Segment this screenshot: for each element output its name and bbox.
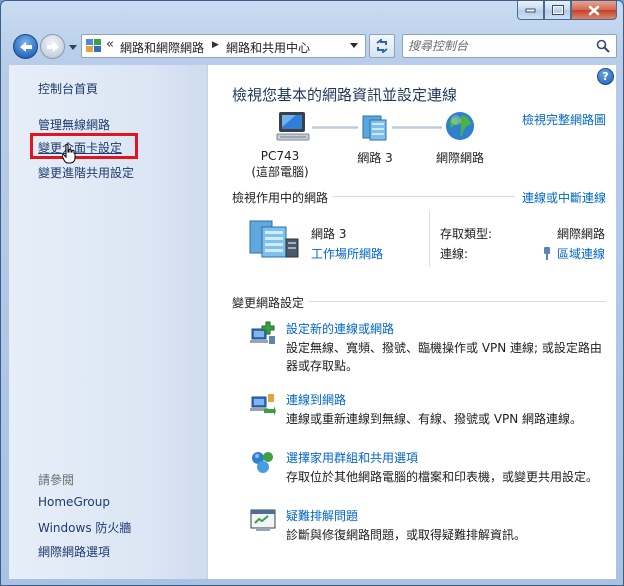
- maximize-button[interactable]: [544, 1, 571, 20]
- task-connect-to-network-desc: 連線或重新連線到無線、有線、撥號或 VPN 網路連線。: [286, 412, 583, 426]
- address-bar[interactable]: « 網路和網際網路 ▶ 網路和共用中心: [81, 34, 366, 58]
- arrow-left-icon: [19, 41, 32, 52]
- connections-value-wrap[interactable]: 區域連線: [543, 245, 605, 262]
- see-also-internet-options[interactable]: 網際網路選項: [38, 543, 110, 560]
- connect-disconnect-link[interactable]: 連線或中斷連線: [522, 189, 606, 206]
- page-title: 檢視您基本的網路資訊並設定連線: [232, 86, 458, 104]
- task-setup-new-connection-desc: 設定無線、寬頻、撥號、臨機操作或 VPN 連線; 或設定路由器或存取點。: [286, 341, 602, 373]
- map-connector: [392, 126, 442, 129]
- close-icon: [588, 5, 600, 15]
- search-input[interactable]: [408, 38, 588, 54]
- minimize-button[interactable]: [517, 1, 544, 20]
- view-full-map-link[interactable]: 檢視完整網路圖: [522, 111, 606, 128]
- address-dropdown-icon[interactable]: [350, 42, 359, 50]
- active-network-name: 網路 3: [311, 227, 347, 241]
- breadcrumb-network-internet[interactable]: 網路和網際網路: [120, 39, 204, 56]
- navigation-bar: « 網路和網際網路 ▶ 網路和共用中心: [9, 31, 617, 61]
- recent-pages-dropdown[interactable]: [68, 43, 78, 51]
- workplace-network-icon: [249, 220, 299, 258]
- homegroup-icon: [252, 452, 273, 473]
- arrow-right-icon: [46, 41, 59, 52]
- see-also-homegroup[interactable]: HomeGroup: [38, 495, 110, 509]
- troubleshoot-icon: [250, 509, 276, 531]
- maximize-icon: [551, 5, 564, 15]
- access-type-value: 網際網路: [556, 227, 605, 241]
- chevron-right-icon[interactable]: ▶: [212, 40, 219, 50]
- computer-icon: [276, 112, 310, 141]
- refresh-icon: [376, 39, 388, 53]
- hand-cursor-icon: [62, 144, 76, 164]
- change-settings-heading: 變更網路設定: [232, 296, 305, 310]
- caption-buttons: [517, 1, 617, 20]
- task-homegroup-sharing[interactable]: 選擇家用群組和共用選項: [286, 449, 418, 466]
- access-type-label: 存取類型:: [440, 227, 493, 241]
- new-connection-icon: [250, 321, 275, 344]
- forward-button[interactable]: [40, 34, 65, 59]
- connect-network-icon: [250, 394, 276, 416]
- task-troubleshoot-desc: 診斷與修復網路問題，或取得疑難排解資訊。: [286, 528, 527, 542]
- back-button[interactable]: [13, 34, 38, 59]
- help-icon[interactable]: ?: [597, 68, 614, 85]
- sidebar-manage-wireless[interactable]: 管理無線網路: [38, 116, 110, 133]
- computer-sub: (這部電腦): [251, 165, 309, 179]
- network-icon: [362, 115, 387, 141]
- task-connect-to-network[interactable]: 連線到網路: [286, 391, 346, 408]
- sidebar-control-panel-home[interactable]: 控制台首頁: [38, 80, 98, 97]
- task-homegroup-sharing-desc: 存取位於其他網路電腦的檔案和印表機，或變更共用設定。: [286, 470, 599, 484]
- vertical-divider: [429, 211, 430, 267]
- local-area-connection-link[interactable]: 區域連線: [557, 247, 605, 261]
- map-network-label[interactable]: 網路 3: [350, 149, 400, 166]
- active-networks-heading: 檢視作用中的網路: [232, 191, 329, 205]
- see-also-windows-firewall[interactable]: Windows 防火牆: [38, 519, 131, 536]
- map-connector: [312, 126, 358, 129]
- close-button[interactable]: [571, 1, 617, 20]
- refresh-button[interactable]: [369, 34, 395, 58]
- main-content: ? 檢視您基本的網路資訊並設定連線 檢視完整網路圖 PC743 (這部電腦) 網…: [208, 65, 616, 579]
- address-overflow[interactable]: «: [106, 37, 114, 52]
- task-troubleshoot[interactable]: 疑難排解問題: [286, 507, 358, 524]
- task-setup-new-connection[interactable]: 設定新的連線或網路: [286, 320, 394, 337]
- sidebar-change-advanced-sharing[interactable]: 變更進階共用設定: [38, 164, 134, 181]
- search-icon[interactable]: [596, 39, 610, 53]
- search-box[interactable]: [402, 34, 617, 58]
- computer-name: PC743: [260, 149, 300, 163]
- minimize-icon: [525, 8, 536, 12]
- breadcrumb-network-sharing-center[interactable]: 網路和共用中心: [226, 39, 310, 56]
- section-divider: [332, 196, 515, 197]
- control-panel-window: « 網路和網際網路 ▶ 網路和共用中心 控制台首頁 管理無線網路 變更介面卡設定…: [0, 0, 624, 586]
- sidebar: 控制台首頁 管理無線網路 變更介面卡設定 變更進階共用設定 請參閱 HomeGr…: [9, 65, 208, 579]
- globe-icon: [446, 112, 474, 140]
- map-computer-label: PC743 (這部電腦): [250, 149, 310, 180]
- map-internet-label[interactable]: 網際網路: [434, 149, 486, 166]
- control-panel-icon: [86, 39, 101, 52]
- section-divider: [308, 301, 606, 302]
- highlight-box: [30, 133, 138, 159]
- ethernet-plug-icon: [543, 247, 550, 260]
- connections-label: 連線:: [440, 247, 469, 261]
- network-type-link[interactable]: 工作場所網路: [311, 245, 383, 262]
- see-also-heading: 請參閱: [38, 473, 75, 487]
